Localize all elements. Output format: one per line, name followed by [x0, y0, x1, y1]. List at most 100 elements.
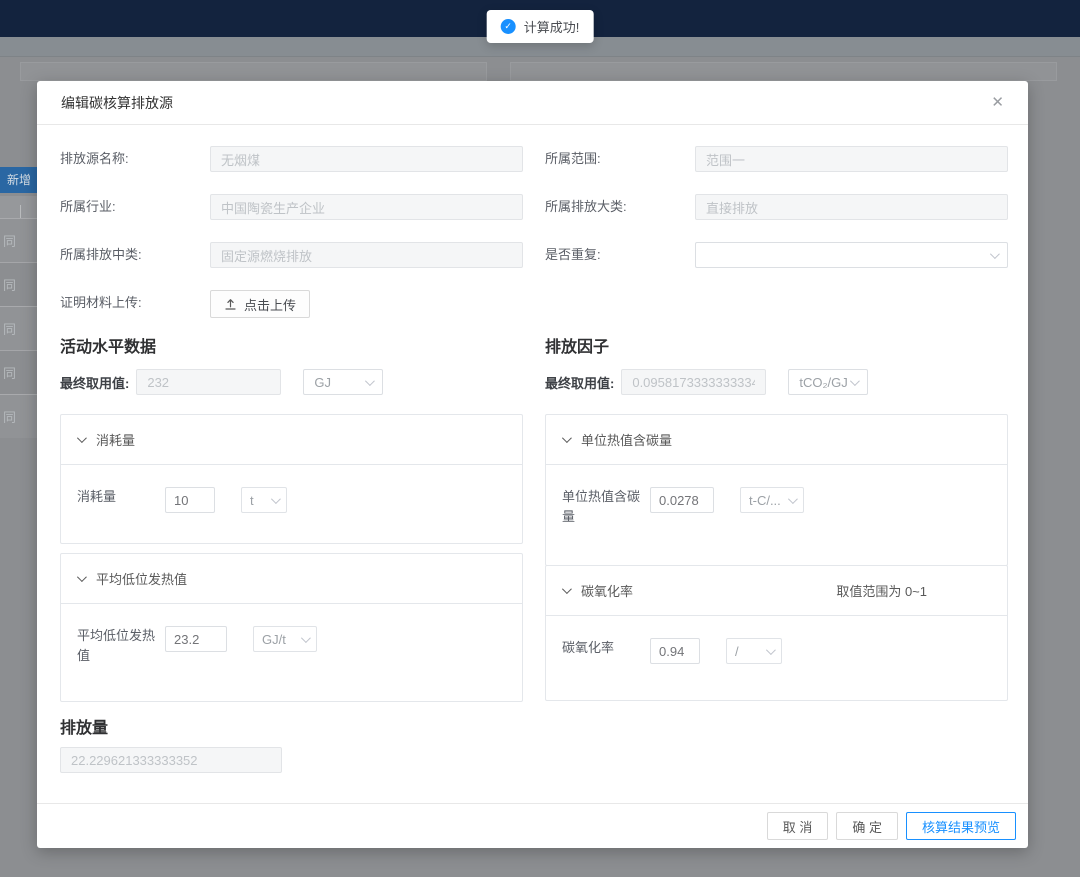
- factor-unit-select[interactable]: tCO₂/GJ: [788, 369, 868, 395]
- chevron-down-icon: [271, 494, 281, 504]
- field-mid-category: 所属排放中类:: [60, 242, 523, 268]
- mid-category-input: [210, 242, 523, 268]
- panel-body: 消耗量 t: [61, 465, 522, 535]
- upload-button-label: 点击上传: [244, 295, 296, 314]
- upload-button[interactable]: 点击上传: [210, 290, 310, 318]
- row-text-fragment: 同: [3, 363, 16, 382]
- oxidation-rate-input[interactable]: [650, 638, 700, 664]
- source-name-input: [210, 146, 523, 172]
- chevron-down-icon: [365, 376, 375, 386]
- edit-emission-source-modal: 编辑碳核算排放源 ✕ 排放源名称: 所属范围: 所属行业: 所属排放大类: 所属…: [37, 81, 1028, 848]
- heating-value-panel: 平均低位发热值 平均低位发热值 GJ/t: [60, 553, 523, 702]
- row-text-fragment: 同: [3, 319, 16, 338]
- close-icon[interactable]: ✕: [991, 95, 1004, 110]
- modal-body: 排放源名称: 所属范围: 所属行业: 所属排放大类: 所属排放中类: 是否重复:: [37, 125, 1028, 803]
- field-label: 证明材料上传:: [60, 290, 210, 316]
- field-major-category: 所属排放大类:: [545, 194, 1008, 220]
- carbon-content-unit-select[interactable]: t-C/...: [740, 487, 804, 513]
- cancel-button[interactable]: 取 消: [767, 812, 829, 840]
- row-label: 消耗量: [77, 487, 165, 507]
- major-category-input: [695, 194, 1008, 220]
- activity-final-row: 最终取用值: GJ: [60, 369, 523, 395]
- activity-final-input: [136, 369, 281, 395]
- factor-final-input: [621, 369, 766, 395]
- panel-title: 碳氧化率: [581, 581, 633, 600]
- unit-value: t-C/...: [749, 493, 781, 508]
- row-text-fragment: 同: [3, 407, 16, 426]
- chevron-down-icon: [850, 376, 860, 386]
- panel-body: 平均低位发热值 GJ/t: [61, 604, 522, 688]
- consumption-unit-select[interactable]: t: [241, 487, 287, 513]
- chevron-down-icon: [301, 633, 311, 643]
- upload-icon: [224, 298, 237, 311]
- emission-heading: 排放量: [60, 714, 1008, 738]
- carbon-content-input[interactable]: [650, 487, 714, 513]
- heating-value-panel-header[interactable]: 平均低位发热值: [61, 554, 522, 604]
- modal-title: 编辑碳核算排放源: [61, 93, 173, 113]
- toast-message: 计算成功!: [524, 17, 580, 36]
- table-row: 同: [0, 350, 37, 394]
- consumption-panel-header[interactable]: 消耗量: [61, 415, 522, 465]
- carbon-content-panel-header[interactable]: 单位热值含碳量: [546, 415, 1007, 465]
- chevron-down-icon: [562, 433, 572, 443]
- chevron-down-icon: [990, 249, 1000, 259]
- field-label: 排放源名称:: [60, 146, 210, 172]
- factor-heading: 排放因子: [545, 333, 1008, 357]
- field-duplicate: 是否重复:: [545, 242, 1008, 268]
- oxidation-rate-unit-select[interactable]: /: [726, 638, 782, 664]
- scope-input: [695, 146, 1008, 172]
- ok-button[interactable]: 确 定: [836, 812, 898, 840]
- unit-value: t: [250, 493, 254, 508]
- row-label: 平均低位发热值: [77, 626, 165, 666]
- heating-value-input[interactable]: [165, 626, 227, 652]
- panel-body: 单位热值含碳量 t-C/...: [546, 465, 1007, 549]
- chevron-down-icon: [788, 494, 798, 504]
- field-scope: 所属范围:: [545, 146, 1008, 172]
- activity-section: 活动水平数据 最终取用值: GJ 消耗量 消耗量: [60, 333, 523, 702]
- modal-header: 编辑碳核算排放源 ✕: [37, 81, 1028, 125]
- background-card-left: [20, 62, 487, 81]
- calculation-sections: 活动水平数据 最终取用值: GJ 消耗量 消耗量: [60, 333, 1008, 702]
- consumption-input[interactable]: [165, 487, 215, 513]
- unit-value: /: [735, 644, 739, 659]
- table-row: 同: [0, 306, 37, 350]
- add-button-background[interactable]: 新增: [0, 167, 38, 193]
- result-preview-button[interactable]: 核算结果预览: [906, 812, 1016, 840]
- row-text-fragment: 同: [3, 275, 16, 294]
- heating-value-unit-select[interactable]: GJ/t: [253, 626, 317, 652]
- table-row: 同: [0, 262, 37, 306]
- success-toast: ✓ 计算成功!: [487, 10, 594, 43]
- field-industry: 所属行业:: [60, 194, 523, 220]
- background-card-right: [510, 62, 1057, 81]
- unit-value: tCO₂/GJ: [799, 375, 847, 390]
- background-table-rows: 同 同 同 同 同: [0, 218, 37, 438]
- factor-section: 排放因子 最终取用值: tCO₂/GJ 单位热值含碳量 单位热值含碳: [545, 333, 1008, 702]
- table-row: 同: [0, 218, 37, 262]
- consumption-panel: 消耗量 消耗量 t: [60, 414, 523, 544]
- field-source-name: 排放源名称:: [60, 146, 523, 172]
- row-label: 碳氧化率: [562, 638, 650, 658]
- oxidation-rate-panel: 碳氧化率 取值范围为 0~1 碳氧化率 /: [545, 565, 1008, 701]
- form-grid: 排放源名称: 所属范围: 所属行业: 所属排放大类: 所属排放中类: 是否重复:: [60, 146, 1008, 318]
- carbon-content-panel: 单位热值含碳量 单位热值含碳量 t-C/...: [545, 414, 1008, 566]
- check-circle-icon: ✓: [501, 19, 516, 34]
- panel-body: 碳氧化率 /: [546, 616, 1007, 686]
- unit-value: GJ/t: [262, 632, 286, 647]
- chevron-down-icon: [766, 645, 776, 655]
- row-label: 单位热值含碳量: [562, 487, 650, 527]
- field-label: 所属排放中类:: [60, 242, 210, 268]
- panel-title: 平均低位发热值: [96, 569, 187, 588]
- row-text-fragment: 同: [3, 231, 16, 250]
- value-range-note: 取值范围为 0~1: [836, 581, 991, 600]
- field-label: 是否重复:: [545, 242, 695, 268]
- field-label: 所属范围:: [545, 146, 695, 172]
- chevron-down-icon: [77, 433, 87, 443]
- field-label: 所属排放大类:: [545, 194, 695, 220]
- activity-unit-select[interactable]: GJ: [303, 369, 383, 395]
- duplicate-select[interactable]: [695, 242, 1008, 268]
- factor-final-row: 最终取用值: tCO₂/GJ: [545, 369, 1008, 395]
- panel-title: 单位热值含碳量: [581, 430, 672, 449]
- activity-heading: 活动水平数据: [60, 333, 523, 357]
- oxidation-rate-panel-header[interactable]: 碳氧化率 取值范围为 0~1: [546, 566, 1007, 616]
- unit-value: GJ: [314, 375, 331, 390]
